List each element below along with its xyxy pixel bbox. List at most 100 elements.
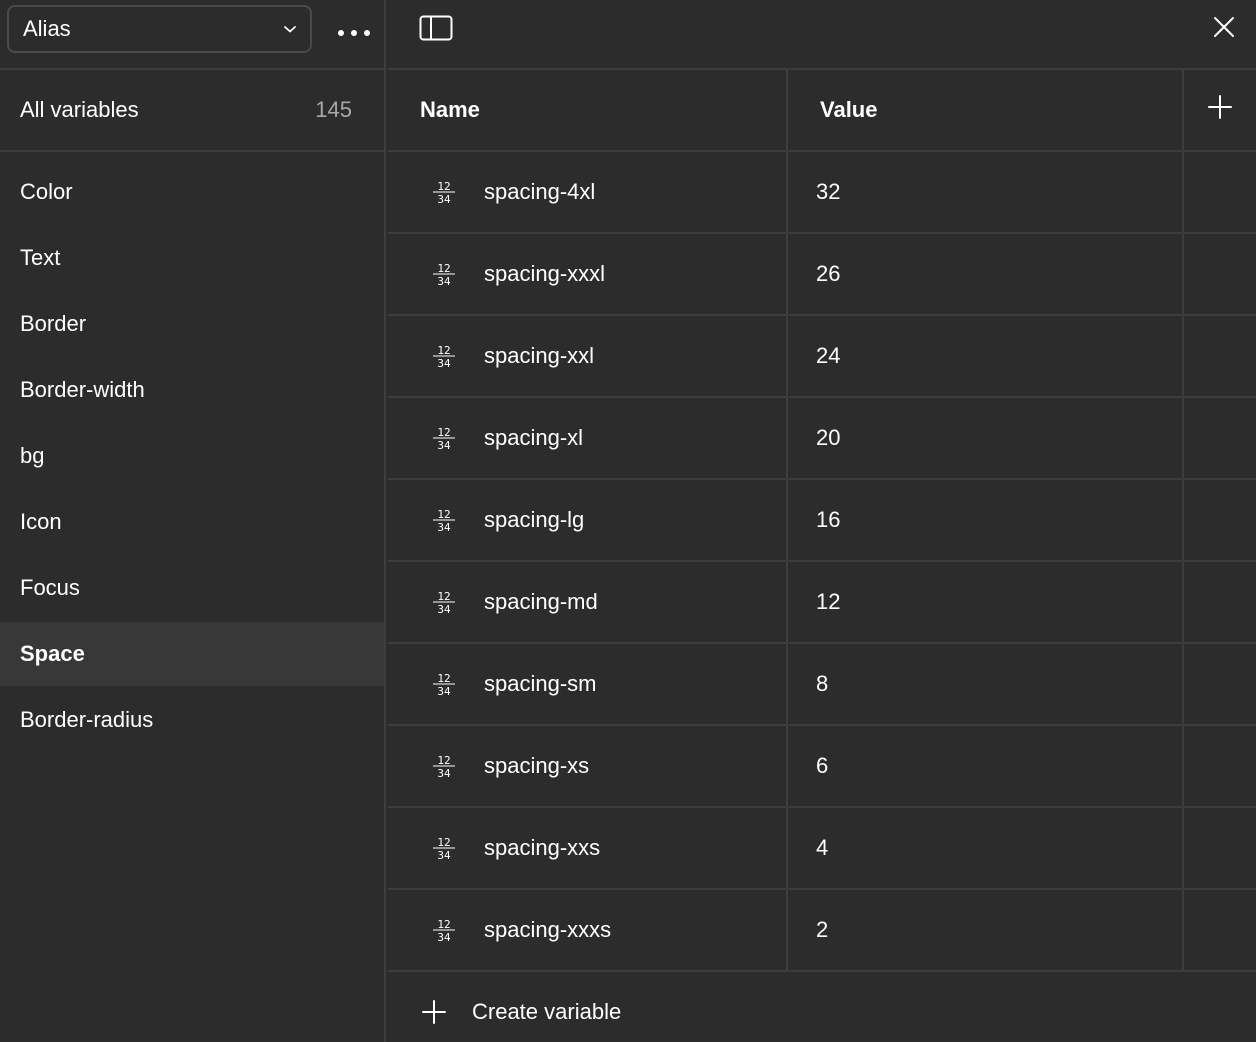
table-row[interactable]: 12 34 spacing-lg 16 bbox=[388, 480, 1256, 562]
number-icon: 12 34 bbox=[430, 834, 458, 862]
variable-name: spacing-sm bbox=[484, 671, 597, 696]
variable-value: 24 bbox=[816, 343, 841, 368]
svg-text:34: 34 bbox=[437, 767, 451, 780]
panel-toolbar bbox=[388, 0, 1256, 70]
create-variable-label: Create variable bbox=[472, 999, 622, 1024]
sidebar-toggle-icon bbox=[419, 15, 453, 47]
table-row[interactable]: 12 34 spacing-xxxs 2 bbox=[388, 890, 1256, 972]
group-label: Border-radius bbox=[20, 707, 154, 732]
plus-icon bbox=[1207, 94, 1233, 126]
group-item-space[interactable]: Space bbox=[0, 622, 384, 686]
number-icon: 12 34 bbox=[430, 752, 458, 780]
column-header-value: Value bbox=[820, 97, 878, 122]
column-header-name: Name bbox=[420, 97, 480, 122]
number-icon: 12 34 bbox=[430, 670, 458, 698]
group-item-border[interactable]: Border bbox=[0, 292, 384, 356]
variable-name: spacing-xxxl bbox=[484, 261, 606, 286]
group-label: Border-width bbox=[20, 377, 145, 402]
group-label: bg bbox=[20, 443, 45, 468]
table-header: Name Value bbox=[388, 70, 1256, 152]
more-options-button[interactable] bbox=[330, 10, 378, 50]
all-variables-label: All variables bbox=[20, 97, 139, 122]
group-label: Color bbox=[20, 179, 73, 204]
all-variables-item[interactable]: All variables 145 bbox=[0, 70, 384, 152]
svg-text:12: 12 bbox=[437, 344, 450, 357]
chevron-down-icon bbox=[270, 24, 310, 34]
variable-value: 8 bbox=[816, 671, 829, 696]
table-row[interactable]: 12 34 spacing-xl 20 bbox=[388, 398, 1256, 480]
variable-name: spacing-lg bbox=[484, 507, 585, 532]
number-icon: 12 34 bbox=[430, 506, 458, 534]
number-icon: 12 34 bbox=[430, 916, 458, 944]
svg-text:34: 34 bbox=[437, 603, 451, 616]
variables-panel: Name Value 12 34 spacing-4xl 32 12 34 spacin… bbox=[388, 0, 1256, 1042]
group-item-focus[interactable]: Focus bbox=[0, 556, 384, 620]
variable-name: spacing-md bbox=[484, 589, 598, 614]
number-icon: 12 34 bbox=[430, 424, 458, 452]
table-row[interactable]: 12 34 spacing-sm 8 bbox=[388, 644, 1256, 726]
toggle-sidebar-button[interactable] bbox=[416, 14, 456, 48]
mode-select-label: Alias bbox=[23, 16, 71, 41]
close-button[interactable] bbox=[1206, 12, 1242, 48]
sidebar-header: Alias bbox=[0, 0, 384, 70]
group-item-color[interactable]: Color bbox=[0, 160, 384, 224]
variable-value: 20 bbox=[816, 425, 841, 450]
more-icon bbox=[337, 17, 371, 43]
sidebar: Alias All variables 145 Color Text Borde… bbox=[0, 0, 386, 1042]
table-row[interactable]: 12 34 spacing-xxs 4 bbox=[388, 808, 1256, 890]
variable-value: 16 bbox=[816, 507, 841, 532]
table-row[interactable]: 12 34 spacing-xs 6 bbox=[388, 726, 1256, 808]
group-item-icon[interactable]: Icon bbox=[0, 490, 384, 554]
number-icon: 12 34 bbox=[430, 342, 458, 370]
number-icon: 12 34 bbox=[430, 178, 458, 206]
svg-text:12: 12 bbox=[437, 180, 450, 193]
variable-name: spacing-xxl bbox=[484, 343, 595, 368]
table-row[interactable]: 12 34 spacing-xxl 24 bbox=[388, 316, 1256, 398]
svg-text:34: 34 bbox=[437, 931, 451, 944]
group-item-bg[interactable]: bg bbox=[0, 424, 384, 488]
group-label: Icon bbox=[20, 509, 62, 534]
mode-select[interactable]: Alias bbox=[7, 5, 312, 53]
variable-name: spacing-4xl bbox=[484, 179, 596, 204]
table-row[interactable]: 12 34 spacing-4xl 32 bbox=[388, 152, 1256, 234]
close-icon bbox=[1212, 15, 1236, 45]
svg-text:34: 34 bbox=[437, 521, 451, 534]
svg-text:34: 34 bbox=[437, 849, 451, 862]
group-list: Color Text Border Border-width bg Icon F… bbox=[0, 152, 384, 752]
svg-text:12: 12 bbox=[437, 836, 450, 849]
number-icon: 12 34 bbox=[430, 260, 458, 288]
group-label: Border bbox=[20, 311, 87, 336]
table-body: 12 34 spacing-4xl 32 12 34 spacing-xxxl 26 1… bbox=[388, 152, 1256, 972]
svg-text:34: 34 bbox=[437, 357, 451, 370]
variable-value: 6 bbox=[816, 753, 829, 778]
number-icon: 12 34 bbox=[430, 588, 458, 616]
svg-text:12: 12 bbox=[437, 262, 450, 275]
svg-text:12: 12 bbox=[437, 508, 450, 521]
svg-text:12: 12 bbox=[437, 590, 450, 603]
create-variable-button[interactable]: Create variable bbox=[388, 972, 1256, 1042]
variable-name: spacing-xxs bbox=[484, 835, 601, 860]
variable-name: spacing-xl bbox=[484, 425, 584, 450]
svg-text:34: 34 bbox=[437, 275, 451, 288]
variable-name: spacing-xxxs bbox=[484, 917, 612, 942]
svg-text:12: 12 bbox=[437, 426, 450, 439]
add-mode-button[interactable] bbox=[1184, 70, 1256, 150]
svg-text:34: 34 bbox=[437, 439, 451, 452]
table-row[interactable]: 12 34 spacing-md 12 bbox=[388, 562, 1256, 644]
group-item-border-radius[interactable]: Border-radius bbox=[0, 688, 384, 752]
all-variables-count: 145 bbox=[315, 97, 352, 122]
variable-value: 12 bbox=[816, 589, 841, 614]
group-label: Text bbox=[20, 245, 61, 270]
variable-value: 4 bbox=[816, 835, 829, 860]
variable-value: 2 bbox=[816, 917, 829, 942]
svg-text:34: 34 bbox=[437, 193, 451, 206]
group-label: Focus bbox=[20, 575, 80, 600]
variable-name: spacing-xs bbox=[484, 753, 590, 778]
table-row[interactable]: 12 34 spacing-xxxl 26 bbox=[388, 234, 1256, 316]
group-label: Space bbox=[20, 641, 85, 666]
group-item-text[interactable]: Text bbox=[0, 226, 384, 290]
variable-value: 26 bbox=[816, 261, 841, 286]
group-item-border-width[interactable]: Border-width bbox=[0, 358, 384, 422]
plus-icon bbox=[420, 998, 448, 1026]
svg-text:12: 12 bbox=[437, 754, 450, 767]
